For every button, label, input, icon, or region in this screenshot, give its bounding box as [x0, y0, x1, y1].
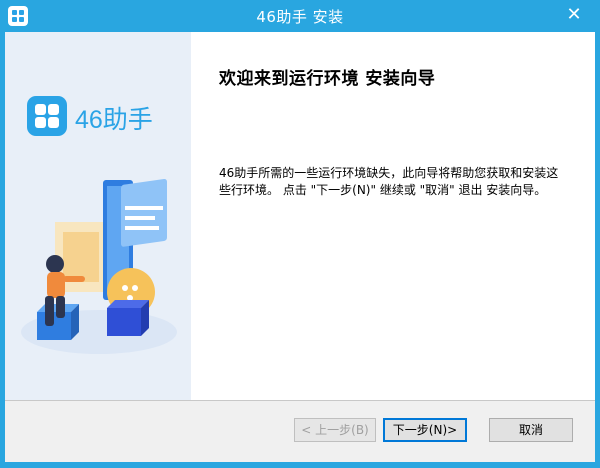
- brand-logo-icon: [27, 96, 67, 136]
- window-title: 46助手 安装: [256, 8, 344, 26]
- title-bar[interactable]: 46助手 安装 ✕: [0, 0, 600, 32]
- welcome-description: 46助手所需的一些运行环境缺失，此向导将帮助您获取和安装这些行环境。 点击 "下…: [219, 166, 559, 197]
- setup-illustration: [21, 179, 177, 354]
- content-panel: 欢迎来到运行环境 安装向导 46助手所需的一些运行环境缺失，此向导将帮助您获取和…: [191, 32, 595, 400]
- brand-name: 46助手: [75, 106, 153, 134]
- footer-divider: [5, 400, 595, 401]
- cancel-button[interactable]: 取消: [489, 418, 573, 442]
- next-button[interactable]: 下一步(N)>: [383, 418, 467, 442]
- sidebar-banner: 46助手: [5, 32, 191, 400]
- page-title: 欢迎来到运行环境 安装向导: [219, 69, 436, 89]
- installer-window: 46助手 安装 ✕ 46助手 欢迎来到运行环境 安装向导 46助手所需的一些运行…: [0, 0, 600, 468]
- back-button[interactable]: < 上一步(B): [294, 418, 376, 442]
- close-button[interactable]: ✕: [556, 4, 592, 26]
- wizard-body: 46助手 欢迎来到运行环境 安装向导 46助手所需的一些运行环境缺失，此向导将帮…: [5, 32, 595, 462]
- close-icon: ✕: [566, 4, 582, 25]
